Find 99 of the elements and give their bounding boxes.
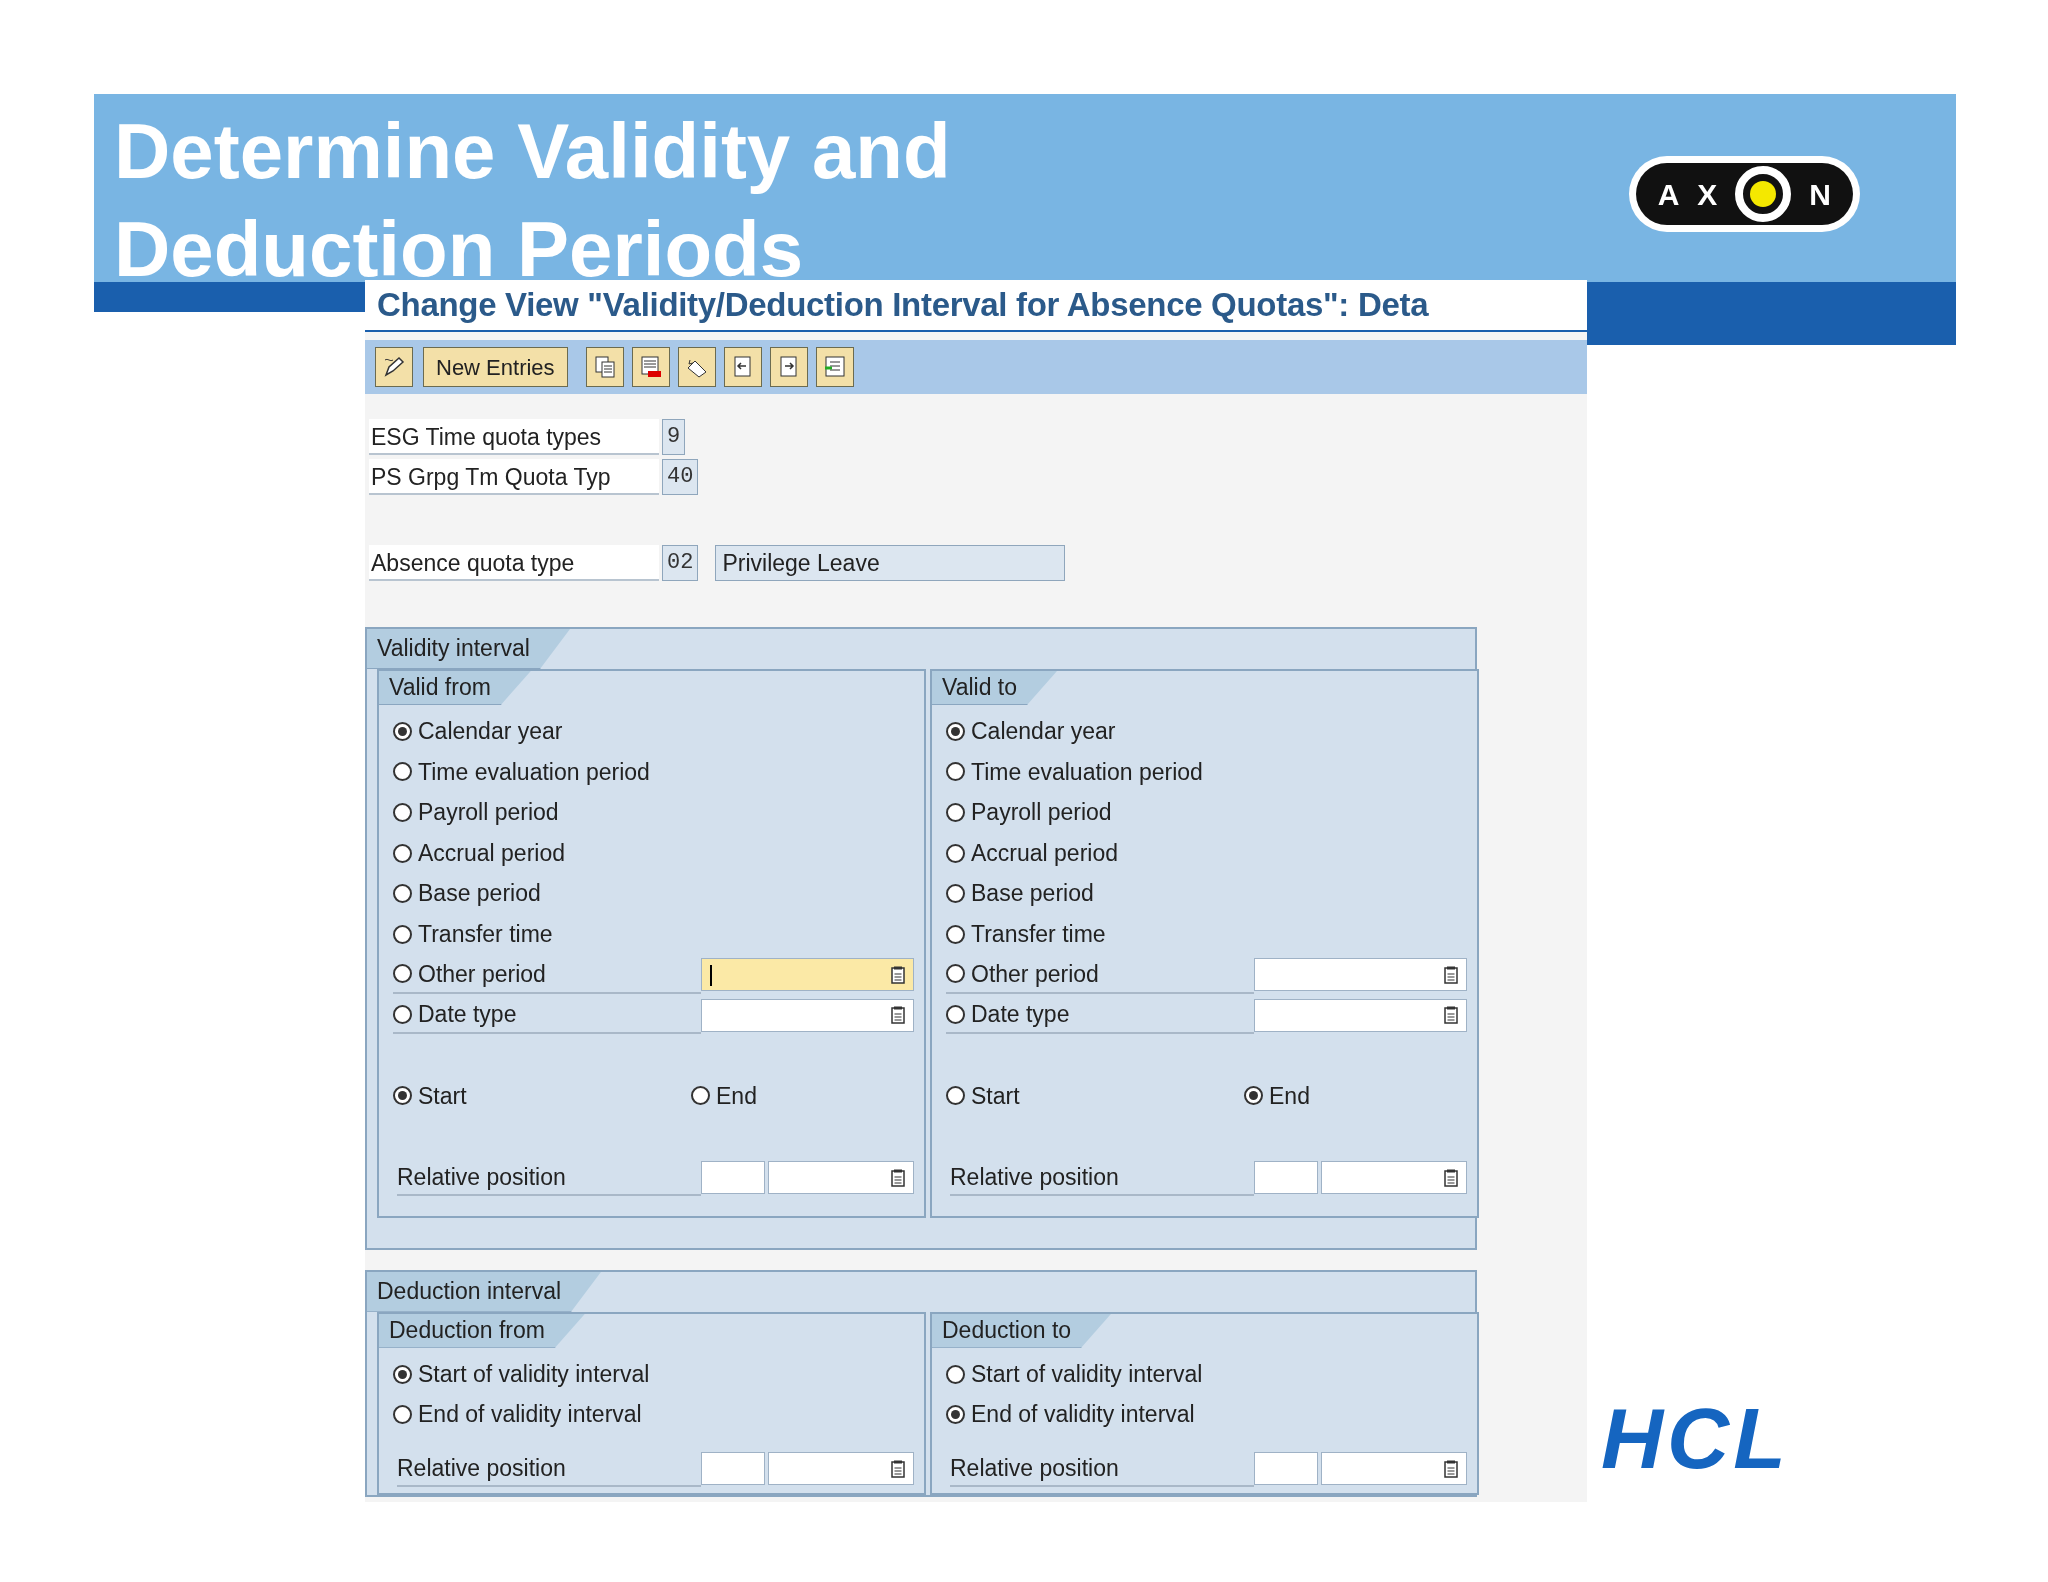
option-label: Start of validity interval xyxy=(971,1359,1203,1389)
document-icon[interactable] xyxy=(891,965,905,984)
option-label: Payroll period xyxy=(418,798,559,828)
field-label: Relative position xyxy=(397,1450,701,1487)
option-label: Start of validity interval xyxy=(418,1359,650,1389)
document-icon[interactable] xyxy=(891,1459,905,1478)
radio-button[interactable] xyxy=(393,762,412,782)
radio-button[interactable] xyxy=(393,1004,412,1024)
option-label: Other period xyxy=(971,959,1099,989)
option-label: Accrual period xyxy=(971,838,1119,868)
document-icon[interactable] xyxy=(1444,1459,1458,1478)
input-field[interactable] xyxy=(701,1452,765,1486)
option-label: Start xyxy=(971,1081,1020,1111)
radio-button[interactable] xyxy=(393,1405,412,1425)
group-title: Valid from xyxy=(379,671,531,705)
pencil-icon[interactable] xyxy=(375,347,413,387)
option-label: Accrual period xyxy=(418,838,566,868)
radio-button[interactable] xyxy=(393,843,412,863)
radio-button[interactable] xyxy=(946,1086,965,1106)
input-field[interactable] xyxy=(768,1452,914,1486)
document-icon[interactable] xyxy=(891,1168,905,1187)
option-label: Transfer time xyxy=(971,920,1106,949)
option-label: End of validity interval xyxy=(971,1400,1195,1430)
input-field[interactable] xyxy=(768,1161,914,1195)
radio-button[interactable] xyxy=(946,884,965,904)
radio-button[interactable] xyxy=(393,884,412,904)
previous-page-icon[interactable] xyxy=(723,347,762,387)
group-title: Validity interval xyxy=(367,629,570,669)
value-field[interactable]: 40 xyxy=(662,459,699,495)
radio-button[interactable] xyxy=(393,721,412,741)
group-title: Deduction from xyxy=(379,1313,585,1348)
radio-button[interactable] xyxy=(393,803,412,822)
option-label: End xyxy=(1269,1081,1310,1111)
value-field[interactable]: 9 xyxy=(662,419,686,455)
option-label: End xyxy=(716,1081,757,1111)
document-icon[interactable] xyxy=(1444,1168,1458,1187)
logo-text: HCL xyxy=(1601,1395,1791,1481)
next-page-icon[interactable] xyxy=(769,347,808,387)
field-label: Absence quota type xyxy=(369,545,659,581)
radio-button[interactable] xyxy=(393,1086,412,1106)
radio-button[interactable] xyxy=(946,803,965,822)
option-label: Date type xyxy=(418,1000,517,1030)
option-label: Other period xyxy=(418,959,546,989)
option-label: Time evaluation period xyxy=(418,757,650,787)
document-icon[interactable] xyxy=(1444,1006,1458,1025)
option-label: Transfer time xyxy=(418,920,553,949)
field-label: Relative position xyxy=(950,1159,1254,1196)
radio-button[interactable] xyxy=(946,1004,965,1024)
slide-title: Determine Validity and xyxy=(114,106,951,197)
text-cursor xyxy=(710,965,712,987)
input-field[interactable] xyxy=(1321,1161,1467,1195)
radio-button[interactable] xyxy=(946,762,965,782)
radio-button[interactable] xyxy=(946,924,965,944)
field-label: Relative position xyxy=(397,1159,701,1196)
radio-button[interactable] xyxy=(946,721,965,741)
option-label: Date type xyxy=(971,1000,1070,1030)
ring-icon xyxy=(1735,166,1792,222)
field-label: PS Grpg Tm Quota Typ xyxy=(369,459,659,495)
export-icon[interactable] xyxy=(815,347,854,387)
option-label: Base period xyxy=(971,879,1094,909)
option-label: Calendar year xyxy=(418,717,563,747)
option-label: Start xyxy=(418,1081,467,1111)
input-field[interactable] xyxy=(701,1161,765,1195)
input-field[interactable] xyxy=(1321,1452,1467,1486)
input-field[interactable] xyxy=(1254,1452,1318,1486)
group-title: Valid to xyxy=(932,671,1057,705)
option-label: Calendar year xyxy=(971,717,1116,747)
radio-button[interactable] xyxy=(691,1086,710,1106)
radio-button[interactable] xyxy=(946,1405,965,1425)
input-field[interactable] xyxy=(1254,1161,1318,1195)
logo-letter: A xyxy=(1657,176,1680,213)
group-title: Deduction to xyxy=(932,1313,1112,1348)
radio-button[interactable] xyxy=(946,1364,965,1384)
radio-button[interactable] xyxy=(946,843,965,863)
input-field[interactable] xyxy=(1254,998,1467,1032)
option-label: Payroll period xyxy=(971,798,1112,828)
group-title: Deduction interval xyxy=(367,1271,602,1312)
document-icon[interactable] xyxy=(1444,965,1458,984)
description-field: Privilege Leave xyxy=(715,545,1066,581)
document-icon[interactable] xyxy=(891,1006,905,1025)
option-label: End of validity interval xyxy=(418,1400,642,1430)
copy-icon[interactable] xyxy=(585,347,624,387)
input-field[interactable] xyxy=(701,998,914,1032)
field-label: Relative position xyxy=(950,1450,1254,1487)
radio-button[interactable] xyxy=(393,924,412,944)
radio-button[interactable] xyxy=(393,1364,412,1384)
logo-letter: X xyxy=(1697,176,1718,213)
option-label: Base period xyxy=(418,879,541,909)
option-label: Time evaluation period xyxy=(971,757,1203,787)
delete-icon[interactable] xyxy=(631,347,670,387)
logo-letter: N xyxy=(1809,176,1831,213)
radio-button[interactable] xyxy=(393,964,412,984)
field-label: ESG Time quota types xyxy=(369,419,659,455)
input-field[interactable] xyxy=(701,958,914,992)
new-entries-button[interactable]: New Entries xyxy=(423,347,568,387)
radio-button[interactable] xyxy=(946,964,965,984)
input-field[interactable] xyxy=(1254,958,1467,992)
value-field[interactable]: 02 xyxy=(662,545,699,581)
radio-button[interactable] xyxy=(1244,1086,1263,1106)
